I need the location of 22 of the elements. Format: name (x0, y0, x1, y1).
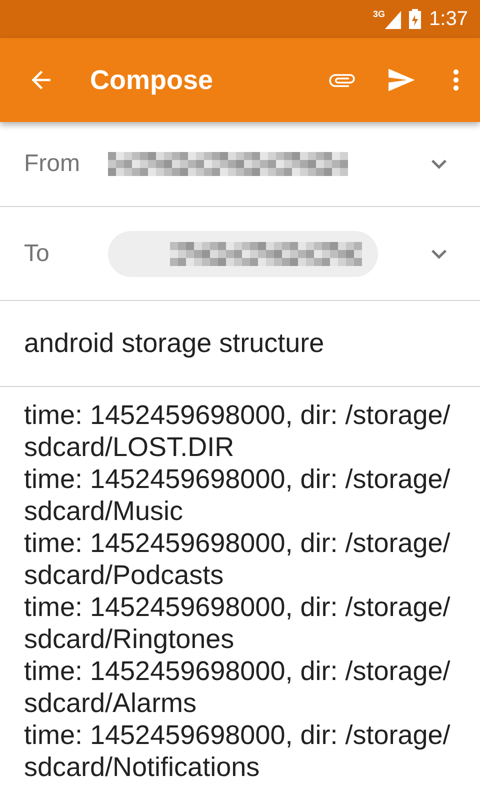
body-text-line: time: 1452459698000, dir: /storage/ (24, 591, 452, 623)
body-text-line: sdcard/Alarms (24, 687, 198, 719)
body-text-line: time: 1452459698000, dir: /storage/ (24, 719, 452, 751)
network-label: 3G (373, 10, 386, 18)
body-text-line: sdcard/Music (24, 495, 184, 527)
clock: 1:37 (429, 7, 468, 32)
body-text-line: time: 1452459698000, dir: /storage/ (24, 655, 452, 687)
body-text-line: time: 1452459698000, dir: /storage/ (24, 399, 452, 431)
body-text-line: sdcard/LOST.DIR (24, 431, 236, 463)
from-label: From (24, 149, 81, 179)
body-text-line: time: 1452459698000, dir: /storage/ (24, 463, 452, 495)
body-text-line: sdcard/Ringtones (24, 623, 236, 655)
body-text-line: sdcard/Podcasts (24, 559, 225, 591)
more-icon (453, 69, 459, 91)
toolbar-title: Compose (90, 64, 214, 97)
signal-icon (385, 10, 402, 28)
recipient-chip[interactable] (108, 230, 378, 276)
to-label: To (24, 238, 50, 268)
battery-icon (409, 9, 422, 29)
body-text-line: time: 1452459698000, dir: /storage/ (24, 527, 452, 559)
subject-field[interactable]: android storage structure (0, 301, 480, 387)
body-text-line: sdcard/Notifications (24, 751, 261, 783)
